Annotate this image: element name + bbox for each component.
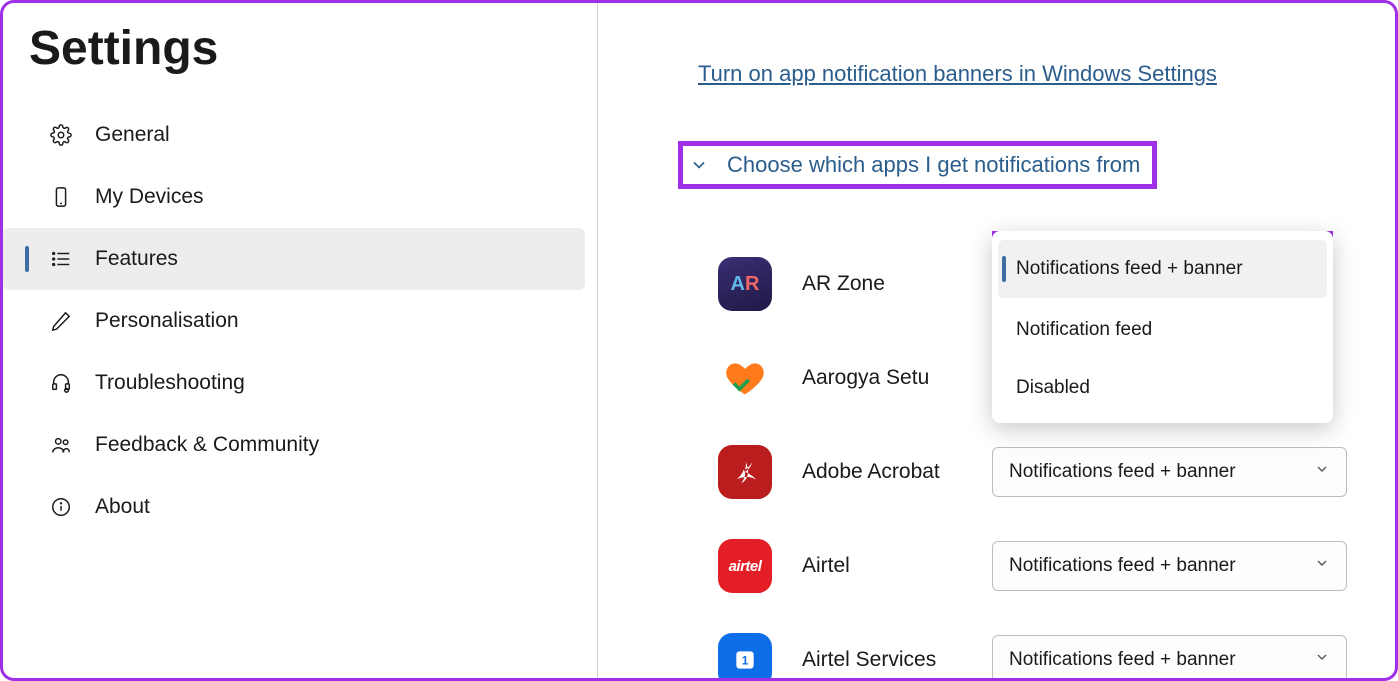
windows-settings-link[interactable]: Turn on app notification banners in Wind… [698, 61, 1217, 86]
app-icon-airtel-services: 1 [718, 633, 772, 678]
notification-select[interactable]: Notifications feed + banner [992, 635, 1347, 678]
sidebar-item-label: Personalisation [95, 309, 239, 333]
select-value: Notifications feed + banner [1009, 555, 1236, 577]
notification-dropdown-open[interactable]: Notifications feed + banner Notification… [992, 231, 1333, 423]
pencil-icon [49, 309, 73, 333]
app-name-label: Airtel [802, 554, 992, 578]
sidebar-item-label: About [95, 495, 150, 519]
app-name-label: Aarogya Setu [802, 366, 992, 390]
gear-icon [49, 123, 73, 147]
sidebar-item-troubleshooting[interactable]: Troubleshooting [3, 352, 585, 414]
app-row-adobe-acrobat: Adobe Acrobat Notifications feed + banne… [718, 425, 1355, 519]
app-row-airtel: airtel Airtel Notifications feed + banne… [718, 519, 1355, 613]
app-icon-aarogya-setu [718, 351, 772, 405]
sidebar-item-general[interactable]: General [3, 104, 585, 166]
app-icon-airtel: airtel [718, 539, 772, 593]
sidebar-item-label: Feedback & Community [95, 433, 319, 457]
dropdown-option-feed[interactable]: Notification feed [992, 301, 1333, 359]
info-icon [49, 495, 73, 519]
headset-icon [49, 371, 73, 395]
app-name-label: Airtel Services [802, 648, 992, 672]
sidebar-item-about[interactable]: About [3, 476, 585, 538]
phone-icon [49, 185, 73, 209]
choose-apps-expander[interactable]: Choose which apps I get notifications fr… [678, 141, 1157, 189]
expander-label: Choose which apps I get notifications fr… [727, 152, 1140, 178]
notification-select[interactable]: Notifications feed + banner [992, 447, 1347, 497]
chevron-down-icon [1314, 555, 1330, 577]
sidebar-item-label: Features [95, 247, 178, 271]
app-icon-ar-zone: AR [718, 257, 772, 311]
app-icon-adobe-acrobat [718, 445, 772, 499]
notification-select[interactable]: Notifications feed + banner [992, 541, 1347, 591]
page-title: Settings [3, 21, 597, 104]
chevron-down-icon [689, 155, 709, 175]
sidebar-item-label: My Devices [95, 185, 204, 209]
chevron-down-icon [1314, 649, 1330, 671]
dropdown-option-disabled[interactable]: Disabled [992, 359, 1333, 417]
select-value: Notifications feed + banner [1009, 649, 1236, 671]
sidebar-item-feedback[interactable]: Feedback & Community [3, 414, 585, 476]
sidebar-item-features[interactable]: Features [3, 228, 585, 290]
app-row-ar-zone: AR AR Zone Notifications feed + banner N… [718, 237, 1355, 331]
sidebar-item-my-devices[interactable]: My Devices [3, 166, 585, 228]
app-name-label: AR Zone [802, 272, 992, 296]
svg-text:1: 1 [742, 653, 749, 667]
sidebar-item-personalisation[interactable]: Personalisation [3, 290, 585, 352]
sidebar-item-label: General [95, 123, 170, 147]
sidebar: Settings General My Devices Features Per… [3, 3, 598, 678]
dropdown-option-feed-banner[interactable]: Notifications feed + banner [998, 240, 1327, 298]
people-icon [49, 433, 73, 457]
app-name-label: Adobe Acrobat [802, 460, 992, 484]
app-notification-list: AR AR Zone Notifications feed + banner N… [718, 237, 1355, 678]
list-icon [49, 247, 73, 271]
select-value: Notifications feed + banner [1009, 461, 1236, 483]
sidebar-item-label: Troubleshooting [95, 371, 245, 395]
chevron-down-icon [1314, 461, 1330, 483]
app-row-airtel-services: 1 Airtel Services Notifications feed + b… [718, 613, 1355, 678]
main-content: Turn on app notification banners in Wind… [598, 3, 1395, 678]
